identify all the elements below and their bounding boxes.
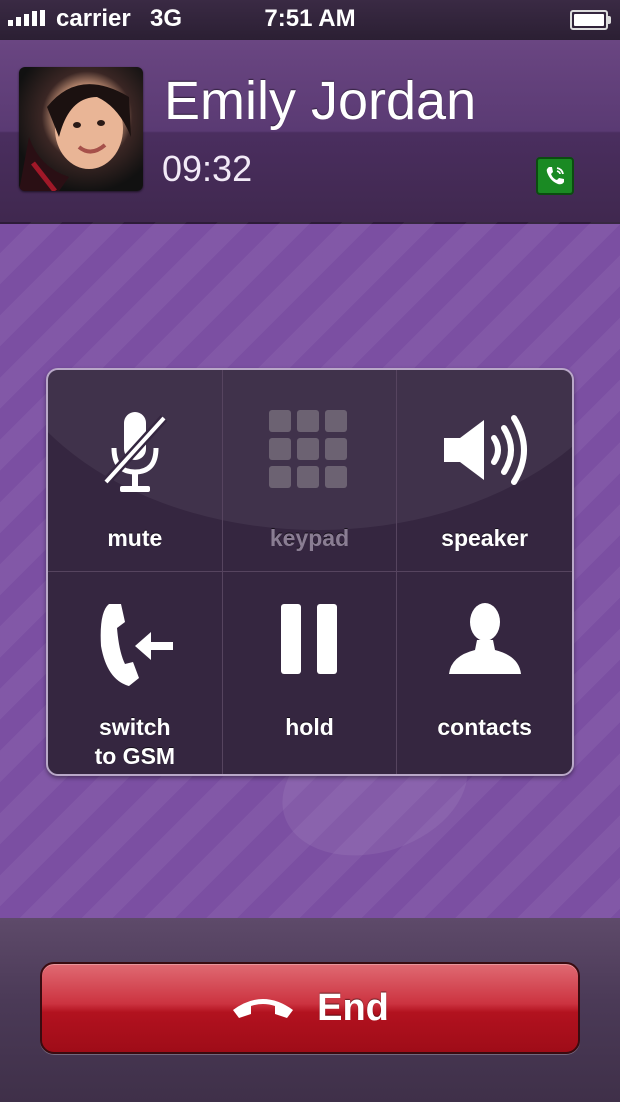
speaker-icon	[397, 410, 572, 500]
end-call-button[interactable]: End	[40, 962, 580, 1054]
switch-to-gsm-label: switch to GSM	[94, 714, 176, 769]
call-controls-grid: mute keypad speaker switch to GSM hold c…	[46, 368, 574, 776]
speaker-label: speaker	[441, 525, 529, 551]
microphone-muted-icon	[48, 410, 222, 500]
caller-avatar	[19, 67, 143, 191]
caller-name: Emily Jordan	[164, 71, 477, 131]
contact-person-icon	[397, 600, 572, 690]
speaker-button[interactable]: speaker	[397, 370, 572, 572]
contacts-button[interactable]: contacts	[397, 572, 572, 774]
mute-label: mute	[107, 525, 163, 551]
hang-up-icon	[231, 987, 295, 1030]
keypad-icon	[223, 410, 397, 500]
status-bar: carrier 3G 7:51 AM	[0, 0, 620, 40]
switch-to-gsm-icon	[48, 600, 222, 690]
call-duration: 09:32	[162, 148, 253, 189]
hold-button[interactable]: hold	[223, 572, 398, 774]
end-call-label: End	[317, 986, 389, 1029]
viber-call-icon	[536, 157, 574, 195]
mute-button[interactable]: mute	[48, 370, 223, 572]
status-time: 7:51 AM	[264, 5, 356, 32]
battery-icon	[570, 10, 611, 30]
keypad-button[interactable]: keypad	[222, 370, 398, 572]
hold-label: hold	[285, 714, 334, 740]
contacts-label: contacts	[437, 714, 532, 740]
caller-header: Emily Jordan 09:32	[0, 40, 620, 224]
keypad-label: keypad	[269, 525, 350, 551]
switch-to-gsm-button[interactable]: switch to GSM	[48, 572, 223, 774]
pause-icon	[223, 600, 397, 690]
